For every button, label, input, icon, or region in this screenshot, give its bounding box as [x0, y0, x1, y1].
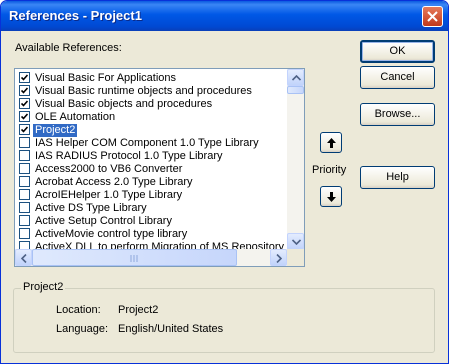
scroll-up-button[interactable]: [287, 69, 304, 86]
reference-label: AcroIEHelper 1.0 Type Library: [35, 189, 183, 201]
reference-details-title: Project2: [21, 281, 66, 293]
reference-label: Acrobat Access 2.0 Type Library: [35, 176, 193, 188]
close-icon: [427, 11, 438, 22]
reference-label: Active DS Type Library: [35, 202, 147, 214]
reference-checkbox[interactable]: [19, 202, 30, 213]
reference-checkbox[interactable]: [19, 85, 30, 96]
priority-down-icon: [327, 192, 336, 202]
priority-up-button[interactable]: [320, 132, 342, 153]
help-button[interactable]: Help: [360, 166, 435, 189]
scroll-down-button[interactable]: [287, 233, 304, 250]
reference-checkbox[interactable]: [19, 228, 30, 239]
reference-item[interactable]: IAS RADIUS Protocol 1.0 Type Library: [15, 150, 286, 163]
reference-checkbox[interactable]: [19, 163, 30, 174]
location-value: Project2: [118, 304, 159, 316]
reference-checkbox[interactable]: [19, 111, 30, 122]
reference-item[interactable]: Project2: [15, 123, 286, 138]
window-title: References - Project1: [9, 8, 142, 23]
language-value: English/United States: [118, 323, 224, 335]
reference-item[interactable]: Visual Basic runtime objects and procedu…: [15, 85, 286, 98]
reference-label: IAS Helper COM Component 1.0 Type Librar…: [35, 137, 259, 149]
reference-details-group: [13, 288, 435, 353]
reference-item[interactable]: AcroIEHelper 1.0 Type Library: [15, 189, 286, 202]
reference-label: Visual Basic runtime objects and procedu…: [35, 85, 252, 97]
reference-item[interactable]: Acrobat Access 2.0 Type Library: [15, 176, 286, 189]
browse-button[interactable]: Browse...: [360, 103, 435, 126]
available-references-label: Available References:: [15, 42, 122, 54]
cancel-button[interactable]: Cancel: [360, 66, 435, 89]
check-icon: [21, 100, 28, 107]
reference-checkbox[interactable]: [19, 176, 30, 187]
language-label: Language:: [56, 323, 108, 335]
reference-label: Access2000 to VB6 Converter: [35, 163, 183, 175]
reference-checkbox[interactable]: [19, 189, 30, 200]
reference-checkbox[interactable]: [19, 124, 30, 135]
check-icon: [21, 113, 28, 120]
scroll-corner: [287, 249, 304, 266]
scroll-down-icon: [292, 239, 301, 245]
scroll-up-icon: [292, 75, 301, 81]
reference-item[interactable]: IAS Helper COM Component 1.0 Type Librar…: [15, 137, 286, 150]
priority-down-button[interactable]: [320, 186, 342, 207]
references-dialog: References - Project1 Available Referenc…: [0, 0, 449, 364]
reference-label: Active Setup Control Library: [35, 215, 172, 227]
reference-label: ActiveMovie control type library: [35, 228, 188, 240]
title-bar[interactable]: References - Project1: [1, 1, 448, 31]
reference-label: IAS RADIUS Protocol 1.0 Type Library: [35, 150, 223, 162]
reference-checkbox[interactable]: [19, 215, 30, 226]
priority-label: Priority: [312, 164, 347, 176]
reference-checkbox[interactable]: [19, 137, 30, 148]
ok-button[interactable]: OK: [360, 40, 435, 63]
references-list[interactable]: ActiveX DLL to perform Migration of MS R…: [14, 68, 305, 267]
reference-item[interactable]: Visual Basic objects and procedures: [15, 98, 286, 111]
reference-checkbox[interactable]: [19, 98, 30, 109]
scroll-right-icon: [276, 254, 282, 263]
reference-checkbox[interactable]: [19, 72, 30, 83]
reference-label: OLE Automation: [35, 111, 116, 123]
reference-label: Project2: [31, 123, 79, 138]
reference-item[interactable]: Access2000 to VB6 Converter: [15, 163, 286, 176]
reference-checkbox[interactable]: [19, 150, 30, 161]
vertical-scrollbar[interactable]: [287, 69, 304, 250]
reference-item[interactable]: Visual Basic For Applications: [15, 72, 286, 85]
reference-item[interactable]: Active Setup Control Library: [15, 215, 286, 228]
reference-item[interactable]: Active DS Type Library: [15, 202, 286, 215]
reference-item[interactable]: OLE Automation: [15, 111, 286, 124]
check-icon: [21, 126, 28, 133]
check-icon: [21, 87, 28, 94]
priority-up-icon: [327, 138, 336, 148]
horizontal-scrollbar[interactable]: [15, 249, 287, 266]
reference-label: Visual Basic For Applications: [35, 72, 177, 84]
reference-item[interactable]: ActiveMovie control type library: [15, 228, 286, 241]
close-button[interactable]: [422, 6, 443, 27]
scroll-right-button[interactable]: [270, 249, 287, 266]
reference-label: Visual Basic objects and procedures: [35, 98, 213, 110]
vertical-scroll-thumb[interactable]: [287, 86, 304, 94]
scroll-left-button[interactable]: [15, 249, 32, 266]
horizontal-scroll-thumb[interactable]: [32, 249, 237, 266]
location-label: Location:: [56, 304, 101, 316]
scroll-left-icon: [21, 254, 27, 263]
check-icon: [21, 74, 28, 81]
